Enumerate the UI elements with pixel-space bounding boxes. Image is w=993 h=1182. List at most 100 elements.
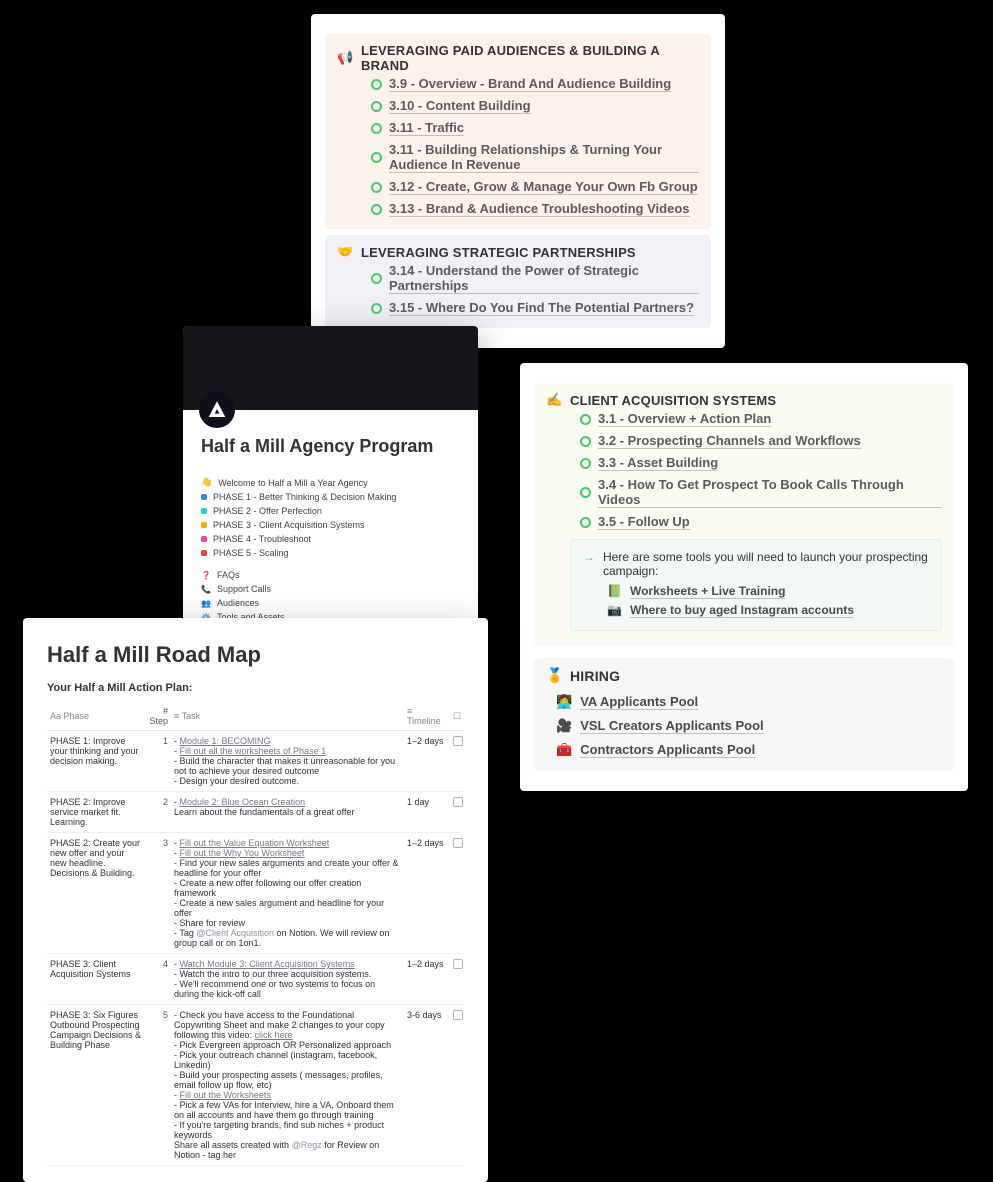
mention-tag[interactable]: @Client Acquisition [196,928,274,938]
lesson-link[interactable]: 3.10 - Content Building [389,98,531,114]
lesson-row[interactable]: 3.2 - Prospecting Channels and Workflows [546,430,942,452]
hiring-row[interactable]: 🎥VSL Creators Applicants Pool [546,714,942,738]
open-circle-icon [371,123,382,134]
acq-title: CLIENT ACQUISITION SYSTEMS [570,393,776,408]
phase-row[interactable]: PHASE 2 - Offer Perfection [201,504,460,518]
checkbox[interactable] [453,838,463,848]
strategic-section: 🤝 LEVERAGING STRATEGIC PARTNERSHIPS 3.14… [325,235,711,328]
timeline-cell: 1–2 days [404,833,450,954]
paid-section: 📢 LEVERAGING PAID AUDIENCES & BUILDING A… [325,34,711,229]
lesson-link[interactable]: 3.1 - Overview + Action Plan [598,411,771,427]
phase-row[interactable]: PHASE 3 - Client Acquisition Systems [201,518,460,532]
phase-row[interactable]: PHASE 1 - Better Thinking & Decision Mak… [201,490,460,504]
lesson-row[interactable]: 3.10 - Content Building [337,95,699,117]
task-line: - Find your new sales arguments and crea… [174,858,401,878]
extra-row[interactable]: 📞Support Calls [201,582,460,596]
open-circle-icon [371,204,382,215]
extra-icon: 📞 [201,585,211,594]
lesson-row[interactable]: 3.1 - Overview + Action Plan [546,408,942,430]
open-circle-icon [580,458,591,469]
table-row: PHASE 3: Six Figures Outbound Prospectin… [47,1005,464,1166]
lesson-link[interactable]: 3.2 - Prospecting Channels and Workflows [598,433,861,449]
task-link[interactable]: Module 1: BECOMING [180,736,271,746]
hiring-icon: 🧰 [556,742,572,758]
timeline-cell: 1–2 days [404,731,450,792]
open-circle-icon [580,487,591,498]
open-circle-icon [580,517,591,528]
lesson-link[interactable]: 3.12 - Create, Grow & Manage Your Own Fb… [389,179,698,195]
step-cell: 5 [145,1005,171,1166]
task-line: Learn about the fundamentals of a great … [174,807,401,817]
col-phase: Aa Phase [47,702,145,731]
checkbox[interactable] [453,736,463,746]
phase-row[interactable]: PHASE 4 - Troubleshoot [201,532,460,546]
lesson-row[interactable]: 3.9 - Overview - Brand And Audience Buil… [337,73,699,95]
lesson-link[interactable]: 3.4 - How To Get Prospect To Book Calls … [598,477,942,508]
step-cell: 2 [145,792,171,833]
hiring-row[interactable]: 🧰 Contractors Applicants Pool [546,738,942,762]
lesson-row[interactable]: 3.3 - Asset Building [546,452,942,474]
lesson-link[interactable]: 3.9 - Overview - Brand And Audience Buil… [389,76,671,92]
lesson-row[interactable]: 3.15 - Where Do You Find The Potential P… [337,297,699,319]
lesson-row[interactable]: 3.5 - Follow Up [546,511,942,533]
lesson-row[interactable]: 3.14 - Understand the Power of Strategic… [337,260,699,297]
lesson-row[interactable]: 3.11 - Building Relationships & Turning … [337,139,699,176]
tool-link[interactable]: Worksheets + Live Training [630,584,786,599]
phase-row[interactable]: PHASE 5 - Scaling [201,546,460,560]
open-circle-icon [580,436,591,447]
tool-row[interactable]: 📗Worksheets + Live Training [607,582,929,601]
lesson-link[interactable]: 3.11 - Building Relationships & Turning … [389,142,699,173]
checkbox[interactable] [453,797,463,807]
lesson-row[interactable]: 3.4 - How To Get Prospect To Book Calls … [546,474,942,511]
task-link[interactable]: Fill out the Value Equation Worksheet [180,838,330,848]
task-link[interactable]: Fill out the Worksheets [180,1090,271,1100]
task-line: - Check you have access to the Foundatio… [174,1010,401,1040]
mention-tag[interactable]: @Regz [292,1140,322,1150]
table-row: PHASE 2: Improve service market fit. Lea… [47,792,464,833]
extra-row[interactable]: 👥Audiences [201,596,460,610]
open-circle-icon [371,303,382,314]
hiring-section: 🏅 HIRING 👩‍💻VA Applicants Pool🎥VSL Creat… [534,658,954,771]
phase-cell: PHASE 2: Improve service market fit. Lea… [47,792,145,833]
extra-icon: ❓ [201,571,211,580]
task-line: - Build your prospecting assets ( messag… [174,1070,401,1090]
hiring-link[interactable]: VSL Creators Applicants Pool [580,718,764,734]
extra-row[interactable]: ❓FAQs [201,568,460,582]
lesson-row[interactable]: 3.12 - Create, Grow & Manage Your Own Fb… [337,176,699,198]
step-cell: 3 [145,833,171,954]
task-link[interactable]: Fill out all the worksheets of Phase 1 [180,746,327,756]
lesson-row[interactable]: 3.13 - Brand & Audience Troubleshooting … [337,198,699,220]
task-link[interactable]: Fill out the Why You Worksheet [180,848,305,858]
inline-link[interactable]: click here [255,1030,293,1040]
phase-cell: PHASE 1: Improve your thinking and your … [47,731,145,792]
extra-icon: 👥 [201,599,211,608]
task-line: - Tag @Client Acquisition on Notion. We … [174,928,401,948]
check-cell [450,731,464,792]
hiring-row[interactable]: 👩‍💻VA Applicants Pool [546,690,942,714]
lesson-link[interactable]: 3.5 - Follow Up [598,514,690,530]
lesson-row[interactable]: 3.11 - Traffic [337,117,699,139]
step-cell: 4 [145,954,171,1005]
loudspeaker-icon: 📢 [337,50,353,66]
roadmap-card: Half a Mill Road Map Your Half a Mill Ac… [23,618,488,1182]
tool-row[interactable]: 📷Where to buy aged Instagram accounts [607,601,929,620]
check-cell [450,1005,464,1166]
color-dot-icon [201,522,207,528]
hiring-link[interactable]: VA Applicants Pool [580,694,698,710]
task-line: - Fill out the Why You Worksheet [174,848,401,858]
task-link[interactable]: Module 2: Blue Ocean Creation [180,797,306,807]
lesson-link[interactable]: 3.3 - Asset Building [598,455,718,471]
checkbox[interactable] [453,959,463,969]
task-cell: - Check you have access to the Foundatio… [171,1005,404,1166]
checkbox[interactable] [453,1010,463,1020]
task-cell: - Watch Module 3: Client Acquisition Sys… [171,954,404,1005]
task-link[interactable]: Watch Module 3: Client Acquisition Syste… [180,959,355,969]
lesson-link[interactable]: 3.13 - Brand & Audience Troubleshooting … [389,201,690,217]
task-line: - Module 1: BECOMING [174,736,401,746]
hiring-link[interactable]: Contractors Applicants Pool [580,742,755,758]
lesson-link[interactable]: 3.15 - Where Do You Find The Potential P… [389,300,694,316]
tool-link[interactable]: Where to buy aged Instagram accounts [630,603,854,618]
welcome-row[interactable]: 👋 Welcome to Half a Mill a Year Agency [201,475,460,490]
lesson-link[interactable]: 3.11 - Traffic [389,120,464,136]
lesson-link[interactable]: 3.14 - Understand the Power of Strategic… [389,263,699,294]
